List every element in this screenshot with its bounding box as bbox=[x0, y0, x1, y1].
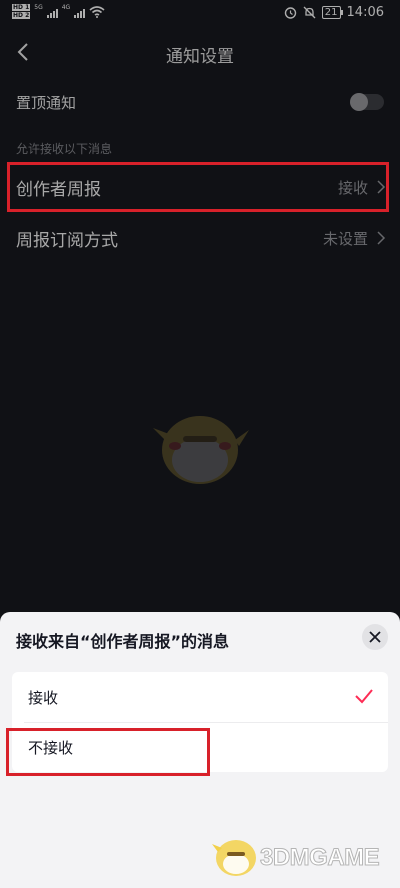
site-watermark: 3DMGAME bbox=[210, 830, 400, 886]
option-receive[interactable]: 接收 bbox=[12, 672, 388, 723]
annotation-box bbox=[6, 728, 210, 776]
close-button[interactable] bbox=[362, 624, 388, 650]
mascot-logo-icon bbox=[212, 840, 256, 876]
check-icon bbox=[355, 689, 373, 704]
annotation-box bbox=[7, 162, 389, 212]
watermark-text: 3DMGAME bbox=[259, 844, 380, 872]
close-icon bbox=[369, 631, 381, 643]
sheet-title: 接收来自“创作者周报”的消息 bbox=[16, 632, 230, 651]
option-label: 接收 bbox=[28, 689, 59, 707]
